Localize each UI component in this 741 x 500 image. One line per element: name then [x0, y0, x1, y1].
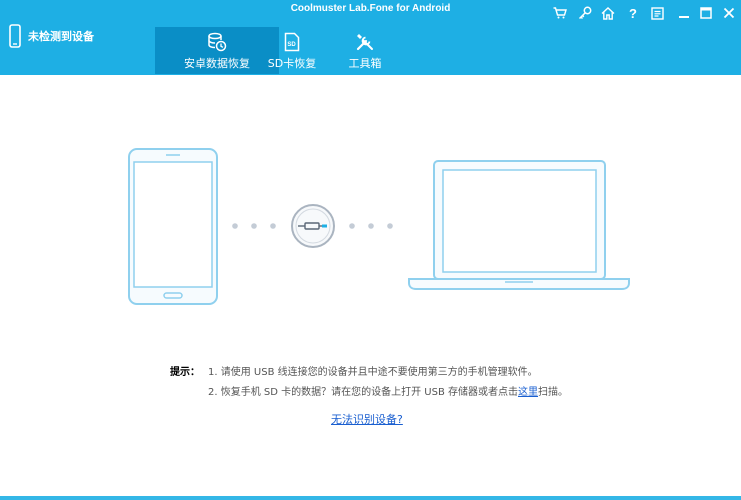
laptop-illustration [408, 160, 630, 290]
phone-illustration [128, 148, 218, 305]
tip-line-2-prefix: 2. 恢复手机 SD 卡的数据？请在您的设备上打开 USB 存储器或者点击 [208, 387, 519, 398]
usb-cable-icon [291, 204, 335, 248]
tips-label: 提示： [170, 367, 200, 378]
tip-line-2-suffix: 扫描。 [538, 387, 569, 398]
tip-line-1: 1. 请使用 USB 线连接您的设备并且中途不要使用第三方的手机管理软件。 [208, 367, 538, 378]
connection-dots-left [232, 223, 276, 229]
cannot-recognize-device-link[interactable]: 无法识别设备? [331, 411, 403, 427]
window-bottom-border [0, 496, 741, 500]
connection-illustration [128, 148, 630, 305]
scan-here-link[interactable]: 这里 [518, 387, 538, 398]
connection-dots-right [349, 223, 393, 229]
tip-line-2: 2. 恢复手机 SD 卡的数据？请在您的设备上打开 USB 存储器或者点击这里扫… [208, 383, 568, 398]
